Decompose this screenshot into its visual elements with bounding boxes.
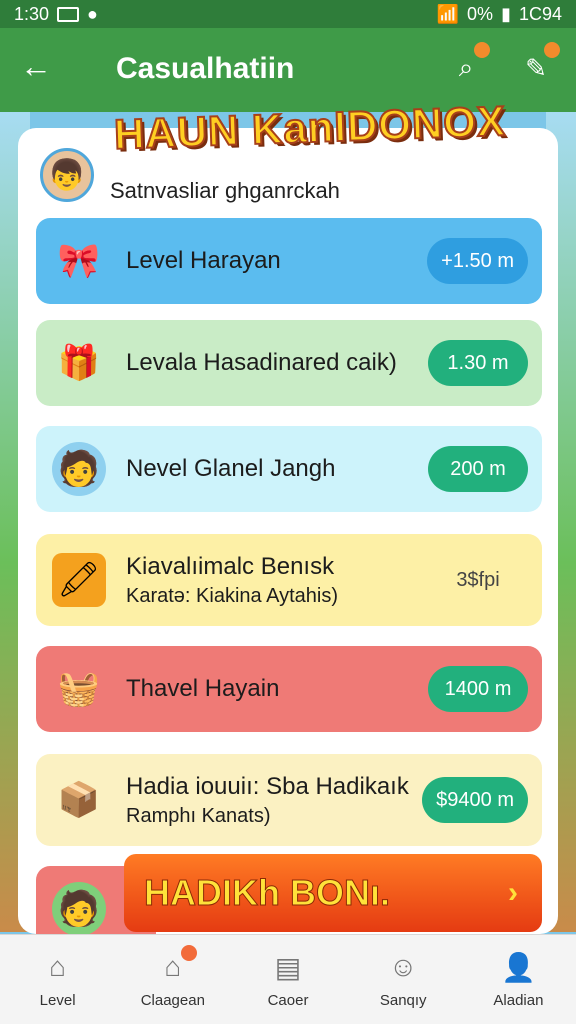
crayon-icon: 🖍 <box>52 553 106 607</box>
nav-label: Aladian <box>493 992 544 1009</box>
value-pill[interactable]: $9400 m <box>422 777 528 823</box>
bow-icon: 🎀 <box>57 242 101 280</box>
person-avatar-icon: 🧑 <box>52 882 106 934</box>
home-icon: ⌂ <box>49 951 67 982</box>
status-right-text: 1C94 <box>518 3 562 24</box>
status-bar: 1:30 ● 📶 0% ▮ 1C94 <box>0 0 576 28</box>
person-avatar-icon: 🧑 <box>52 442 106 496</box>
gift-box-icon: 🎁 <box>57 344 101 382</box>
chevron-right-icon: › <box>508 876 518 909</box>
main-panel: 👦 Satnvasliar ghganrckah 🎀 Level Harayan… <box>18 128 558 934</box>
nav-item-level[interactable]: ⌂ Level <box>0 935 115 1024</box>
notification-dot <box>544 42 560 58</box>
back-arrow-icon[interactable]: ← <box>20 50 52 82</box>
wifi-icon: 📶 <box>436 3 460 24</box>
list-item-kiavalimalc[interactable]: 🖍 Kiavalıimalc Benısk Karatə: Kiakina Ay… <box>36 534 542 626</box>
list-item-thavel[interactable]: 🧺 Thavel Hayain 1400 m <box>36 646 542 732</box>
profile-icon: 👤 <box>500 951 536 983</box>
value-pill[interactable]: 200 m <box>428 446 528 492</box>
value-text: 3$fpi <box>456 568 500 591</box>
treasure-box-icon: 📦 <box>57 781 101 819</box>
search-icon: ⌕ <box>458 52 474 82</box>
edit-button[interactable]: ✎ <box>516 42 560 88</box>
list-item-level-harayan[interactable]: 🎀 Level Harayan +1.50 m <box>36 218 542 304</box>
battery-percent: 0% <box>467 3 494 24</box>
notification-dot <box>474 42 490 58</box>
notification-badge <box>181 945 198 961</box>
avatar[interactable]: 👦 <box>40 148 94 202</box>
bonus-button[interactable]: HADIKh BONı. › <box>124 854 542 932</box>
status-time: 1:30 <box>14 3 50 24</box>
nav-item-claagean[interactable]: ⌂ Claagean <box>115 935 230 1024</box>
nav-item-caoer[interactable]: ▤ Caoer <box>230 935 345 1024</box>
value-pill[interactable]: 1400 m <box>428 666 528 712</box>
list-item-nevel[interactable]: 🧑 Nevel Glanel Jangh 200 m <box>36 426 542 512</box>
nav-item-sanqiy[interactable]: ☺ Sanqıy <box>346 935 461 1024</box>
app-title: Casualhatiin <box>116 52 295 85</box>
profile-subtitle: Satnvasliar ghganrckah <box>110 178 340 203</box>
list-item-hadia[interactable]: 📦 Hadia iouuiı: Sba Hadikaık Ramphı Kana… <box>36 754 542 846</box>
support-icon: ☺ <box>388 951 418 982</box>
edit-icon: ✎ <box>525 52 547 83</box>
list-icon: ▤ <box>274 951 302 983</box>
value-pill[interactable]: 1.30 m <box>428 340 528 386</box>
image-notification-icon <box>57 6 80 22</box>
nav-item-aladian[interactable]: 👤 Aladian <box>461 935 576 1024</box>
bottom-navigation: ⌂ Level ⌂ Claagean ▤ Caoer ☺ Sanqıy 👤 Al… <box>0 934 576 1024</box>
list-item-levala[interactable]: 🎁 Levala Hasadinared caik) 1.30 m <box>36 320 542 406</box>
basket-icon: 🧺 <box>57 670 101 708</box>
search-button[interactable]: ⌕ <box>446 42 490 88</box>
nav-label: Sanqıy <box>379 992 427 1009</box>
nav-label: Claagean <box>140 992 205 1009</box>
battery-icon: ▮ <box>501 3 511 24</box>
nav-label: Level <box>39 992 76 1009</box>
chat-notification-icon: ● <box>87 3 98 24</box>
bonus-label: HADIKh BONı. <box>144 872 391 914</box>
nav-label: Caoer <box>267 992 309 1009</box>
value-pill[interactable]: +1.50 m <box>427 238 528 284</box>
